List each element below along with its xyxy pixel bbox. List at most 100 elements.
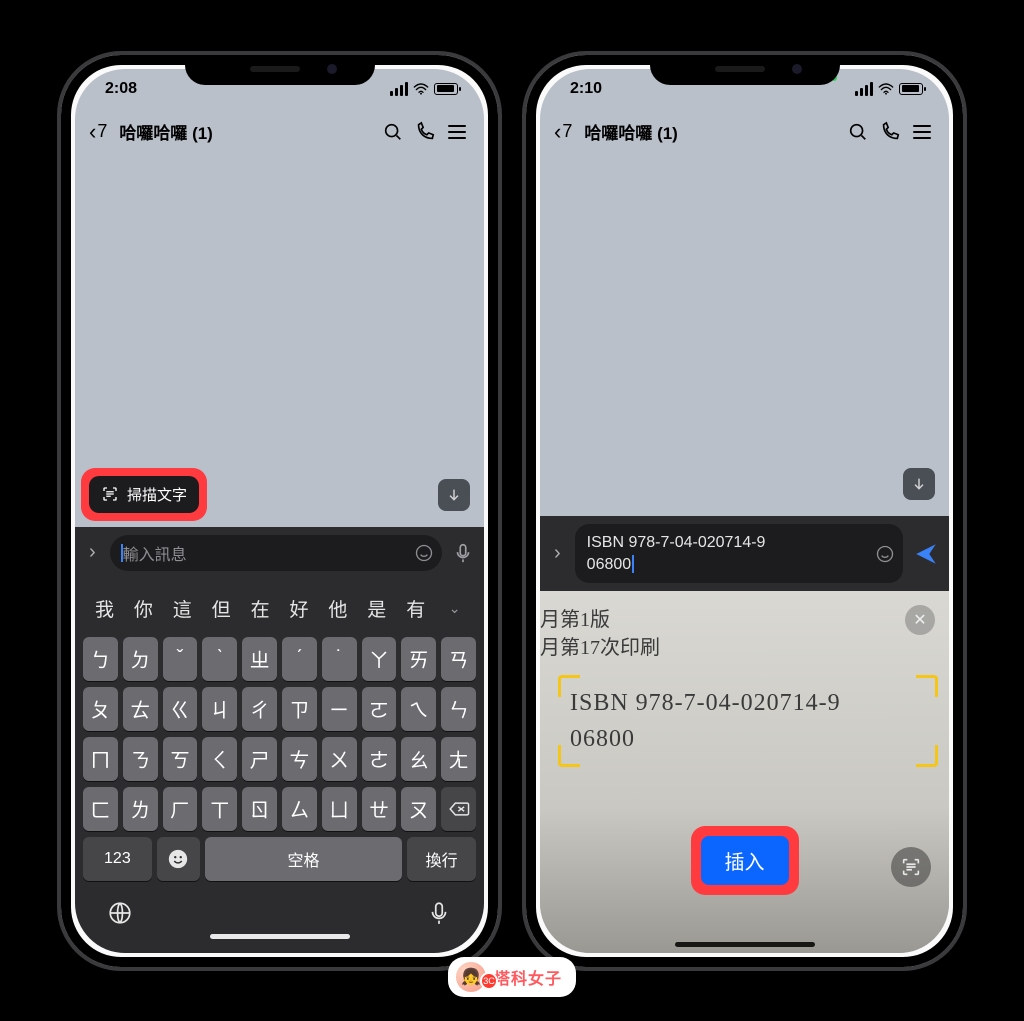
send-button[interactable] xyxy=(913,541,939,567)
key[interactable]: ㄝ xyxy=(362,787,397,831)
wifi-icon xyxy=(878,83,894,95)
key[interactable]: ㄤ xyxy=(441,737,476,781)
key[interactable]: ㄠ xyxy=(401,737,436,781)
key[interactable]: ㄚ xyxy=(362,637,397,681)
key[interactable]: ㄇ xyxy=(83,737,118,781)
return-key[interactable]: 換行 xyxy=(407,837,476,881)
key[interactable]: ˋ xyxy=(202,637,237,681)
insert-button[interactable]: 插入 xyxy=(701,836,789,885)
emoji-key[interactable] xyxy=(157,837,200,881)
insert-label: 插入 xyxy=(725,852,765,874)
key[interactable]: ㄘ xyxy=(282,737,317,781)
call-button[interactable] xyxy=(877,119,903,145)
key[interactable]: ˊ xyxy=(282,637,317,681)
key[interactable]: ㄕ xyxy=(242,737,277,781)
key[interactable]: ㄆ xyxy=(83,687,118,731)
expand-input-button[interactable]: › xyxy=(85,541,100,564)
emoji-button[interactable] xyxy=(875,544,895,564)
back-button[interactable]: ‹ 7 xyxy=(89,121,107,143)
candidate[interactable]: 但 xyxy=(202,595,241,622)
message-input[interactable]: ISBN 978-7-04-020714-9 06800 xyxy=(575,524,903,583)
candidate[interactable]: 你 xyxy=(124,595,163,622)
key[interactable]: ㄏ xyxy=(163,787,198,831)
key[interactable]: ㄒ xyxy=(202,787,237,831)
key[interactable]: ˇ xyxy=(163,637,198,681)
candidate[interactable]: 這 xyxy=(163,595,202,622)
candidate[interactable]: 在 xyxy=(241,595,280,622)
key[interactable]: ㄔ xyxy=(242,687,277,731)
call-button[interactable] xyxy=(412,119,438,145)
search-button[interactable] xyxy=(845,119,871,145)
home-indicator[interactable] xyxy=(210,934,350,939)
input-text-line1: ISBN 978-7-04-020714-9 xyxy=(587,534,766,551)
emoji-icon xyxy=(167,848,189,870)
message-input-bar: › 輸入訊息 xyxy=(75,527,484,579)
voice-input-button[interactable] xyxy=(452,542,474,564)
key[interactable]: ㄊ xyxy=(123,687,158,731)
expand-input-button[interactable]: › xyxy=(550,542,565,565)
candidate[interactable]: 他 xyxy=(318,595,357,622)
arrow-down-icon xyxy=(446,487,462,503)
menu-icon xyxy=(448,125,466,139)
key[interactable]: ㄜ xyxy=(362,737,397,781)
preview-text: 8月第17次印刷 xyxy=(540,631,660,660)
key[interactable]: ㄉ xyxy=(123,637,158,681)
live-text-toggle[interactable] xyxy=(891,847,931,887)
scan-text-button[interactable]: 掃描文字 xyxy=(89,476,199,513)
chat-title: 哈囉哈囉 (1) xyxy=(119,119,213,144)
candidate[interactable]: 有 xyxy=(396,595,435,622)
scroll-down-button[interactable] xyxy=(438,479,470,511)
candidate[interactable]: 我 xyxy=(85,595,124,622)
key[interactable]: ㄋ xyxy=(123,737,158,781)
dictation-key[interactable] xyxy=(426,900,452,926)
expand-candidates-button[interactable]: ⌄ xyxy=(435,600,474,617)
key[interactable]: ㄨ xyxy=(322,737,357,781)
key[interactable]: ㄐ xyxy=(202,687,237,731)
live-text-scan-area: 2月第1版 8月第17次印刷 ISBN 978-7-04-020714-9 06… xyxy=(540,591,949,952)
menu-button[interactable] xyxy=(444,119,470,145)
globe-key[interactable] xyxy=(107,900,133,926)
scroll-down-button[interactable] xyxy=(903,468,935,500)
message-input[interactable]: 輸入訊息 xyxy=(110,535,442,571)
numbers-key[interactable]: 123 xyxy=(83,837,152,881)
phone-right: 2:10 ‹ 7 哈囉哈囉 (1) xyxy=(522,51,967,971)
candidate[interactable]: 好 xyxy=(280,595,319,622)
key[interactable]: ㄓ xyxy=(242,637,277,681)
key[interactable]: ㄍ xyxy=(163,687,198,731)
close-scan-button[interactable]: ✕ xyxy=(905,605,935,635)
key[interactable]: ㄢ xyxy=(441,637,476,681)
key[interactable]: ㄌ xyxy=(123,787,158,831)
input-text-line2: 06800 xyxy=(587,556,632,573)
search-button[interactable] xyxy=(380,119,406,145)
home-indicator[interactable] xyxy=(675,942,815,947)
key[interactable]: ㄟ xyxy=(401,687,436,731)
key[interactable]: ㄙ xyxy=(282,787,317,831)
key[interactable]: ㄑ xyxy=(202,737,237,781)
key[interactable]: ㄛ xyxy=(362,687,397,731)
back-button[interactable]: ‹ 7 xyxy=(554,121,572,143)
emoji-button[interactable] xyxy=(414,543,434,563)
key[interactable]: ㄅ xyxy=(83,637,118,681)
battery-icon xyxy=(899,83,923,95)
phone-icon xyxy=(414,121,436,143)
backspace-key[interactable] xyxy=(441,787,476,831)
key[interactable]: ㄧ xyxy=(322,687,357,731)
key[interactable]: ˙ xyxy=(322,637,357,681)
cellular-icon xyxy=(855,82,873,96)
smile-icon xyxy=(414,543,434,563)
key[interactable]: ㄩ xyxy=(322,787,357,831)
wifi-icon xyxy=(413,83,429,95)
key[interactable]: ㄗ xyxy=(282,687,317,731)
key[interactable]: ㄈ xyxy=(83,787,118,831)
menu-button[interactable] xyxy=(909,119,935,145)
candidate-bar: 我 你 這 但 在 好 他 是 有 ⌄ xyxy=(79,585,480,634)
candidate[interactable]: 是 xyxy=(357,595,396,622)
key[interactable]: ㄞ xyxy=(401,637,436,681)
key[interactable]: ㄖ xyxy=(242,787,277,831)
key[interactable]: ㄎ xyxy=(163,737,198,781)
space-key[interactable]: 空格 xyxy=(205,837,403,881)
chat-header: ‹ 7 哈囉哈囉 (1) xyxy=(75,109,484,155)
key[interactable]: ㄡ xyxy=(401,787,436,831)
key[interactable]: ㄣ xyxy=(441,687,476,731)
scan-text-icon xyxy=(101,485,119,503)
